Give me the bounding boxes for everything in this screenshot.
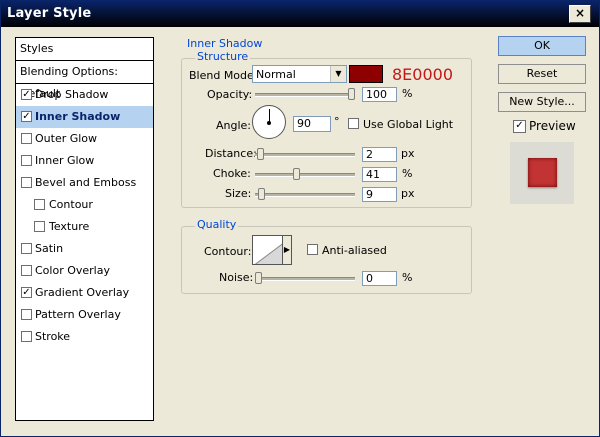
- reset-button[interactable]: Reset: [498, 64, 586, 84]
- choke-label: Choke:: [213, 167, 251, 180]
- opacity-unit: %: [402, 87, 413, 100]
- style-checkbox[interactable]: [21, 309, 32, 320]
- style-item-label: Inner Glow: [35, 154, 95, 167]
- size-input[interactable]: 9: [362, 187, 397, 202]
- window-title: Layer Style: [7, 6, 92, 21]
- style-item-stroke[interactable]: Stroke: [16, 326, 153, 348]
- size-slider-track[interactable]: [255, 193, 355, 197]
- layer-style-dialog: Layer Style × Styles Blending Options: D…: [0, 0, 600, 437]
- styles-header[interactable]: Styles: [16, 38, 153, 61]
- noise-slider-track[interactable]: [255, 277, 355, 281]
- contour-picker-button[interactable]: ▶: [282, 235, 292, 265]
- style-item-label: Gradient Overlay: [35, 286, 130, 299]
- distance-input[interactable]: 2: [362, 147, 397, 162]
- shadow-color-hex: 8E0000: [392, 65, 454, 84]
- style-item-label: Satin: [35, 242, 64, 255]
- use-global-light-label[interactable]: Use Global Light: [363, 118, 453, 131]
- blend-mode-value: Normal: [256, 68, 296, 81]
- style-item-label: Pattern Overlay: [35, 308, 121, 321]
- ok-button[interactable]: OK: [498, 36, 586, 56]
- style-item-satin[interactable]: Satin: [16, 238, 153, 260]
- angle-label: Angle:: [216, 119, 252, 132]
- style-item-label: Drop Shadow: [35, 88, 109, 101]
- angle-dial[interactable]: [252, 105, 286, 139]
- close-button[interactable]: ×: [569, 5, 591, 23]
- style-item-label: Contour: [49, 198, 93, 211]
- style-item-label: Bevel and Emboss: [35, 176, 137, 189]
- style-item-bevel-and-emboss[interactable]: Bevel and Emboss: [16, 172, 153, 194]
- style-checkbox[interactable]: [21, 331, 32, 342]
- preview-label[interactable]: Preview: [529, 119, 576, 133]
- noise-label: Noise:: [219, 271, 254, 284]
- style-item-texture[interactable]: Texture: [16, 216, 153, 238]
- style-items: Drop Shadow Inner Shadow Outer Glow Inner G…: [16, 84, 153, 348]
- style-item-label: Stroke: [35, 330, 71, 343]
- style-item-gradient-overlay[interactable]: Gradient Overlay: [16, 282, 153, 304]
- style-checkbox[interactable]: [34, 221, 45, 232]
- opacity-input[interactable]: 100: [362, 87, 397, 102]
- style-item-pattern-overlay[interactable]: Pattern Overlay: [16, 304, 153, 326]
- style-item-label: Outer Glow: [35, 132, 98, 145]
- style-checkbox[interactable]: [21, 243, 32, 254]
- choke-slider-track[interactable]: [255, 173, 355, 177]
- opacity-label: Opacity:: [207, 88, 253, 101]
- structure-group-title: Structure: [195, 50, 251, 63]
- style-item-color-overlay[interactable]: Color Overlay: [16, 260, 153, 282]
- style-checkbox[interactable]: [34, 199, 45, 210]
- noise-input[interactable]: 0: [362, 271, 397, 286]
- style-item-label: Color Overlay: [35, 264, 110, 277]
- preview-swatch-square: [528, 158, 557, 187]
- style-item-inner-shadow[interactable]: Inner Shadow: [16, 106, 153, 128]
- style-checkbox[interactable]: [21, 155, 32, 166]
- style-item-label: Inner Shadow: [35, 110, 121, 123]
- angle-input[interactable]: 90: [293, 116, 331, 132]
- blending-options-item[interactable]: Blending Options: Default: [16, 61, 153, 100]
- style-item-drop-shadow[interactable]: Drop Shadow: [16, 84, 153, 106]
- styles-list-panel: Styles Blending Options: Default Drop Sh…: [15, 37, 154, 421]
- shadow-color-swatch[interactable]: [349, 65, 383, 83]
- distance-slider-thumb[interactable]: [256, 148, 264, 160]
- quality-group-title: Quality: [195, 218, 239, 231]
- distance-label: Distance:: [205, 147, 257, 160]
- contour-label: Contour:: [204, 245, 252, 258]
- new-style-button[interactable]: New Style...: [498, 92, 586, 112]
- style-checkbox[interactable]: [21, 133, 32, 144]
- style-item-contour[interactable]: Contour: [16, 194, 153, 216]
- anti-aliased-checkbox[interactable]: [307, 244, 318, 255]
- section-title: Inner Shadow: [187, 37, 263, 50]
- noise-unit: %: [402, 271, 413, 284]
- blend-mode-label: Blend Mode:: [189, 69, 258, 82]
- style-item-inner-glow[interactable]: Inner Glow: [16, 150, 153, 172]
- blend-mode-dropdown[interactable]: Normal ▼: [252, 65, 347, 83]
- distance-unit: px: [401, 147, 415, 160]
- dropdown-arrow-icon: ▼: [330, 66, 346, 82]
- title-bar[interactable]: Layer Style ×: [1, 1, 599, 27]
- noise-slider-thumb[interactable]: [255, 272, 262, 284]
- use-global-light-checkbox[interactable]: [348, 118, 359, 129]
- angle-hub: [267, 121, 271, 125]
- preview-thumbnail: [510, 142, 574, 204]
- style-checkbox[interactable]: [21, 89, 32, 100]
- style-item-label: Texture: [49, 220, 90, 233]
- size-label: Size:: [225, 187, 252, 200]
- style-checkbox[interactable]: [21, 111, 32, 122]
- opacity-slider-thumb[interactable]: [348, 88, 355, 100]
- style-item-outer-glow[interactable]: Outer Glow: [16, 128, 153, 150]
- preview-checkbox[interactable]: [513, 120, 526, 133]
- angle-unit: °: [334, 115, 340, 128]
- distance-slider-track[interactable]: [255, 153, 355, 157]
- style-checkbox[interactable]: [21, 177, 32, 188]
- choke-input[interactable]: 41: [362, 167, 397, 182]
- choke-slider-thumb[interactable]: [293, 168, 301, 180]
- size-slider-thumb[interactable]: [258, 188, 266, 200]
- style-checkbox[interactable]: [21, 287, 32, 298]
- size-unit: px: [401, 187, 415, 200]
- choke-unit: %: [402, 167, 413, 180]
- style-checkbox[interactable]: [21, 265, 32, 276]
- opacity-slider-track[interactable]: [255, 93, 355, 97]
- anti-aliased-label[interactable]: Anti-aliased: [322, 244, 387, 257]
